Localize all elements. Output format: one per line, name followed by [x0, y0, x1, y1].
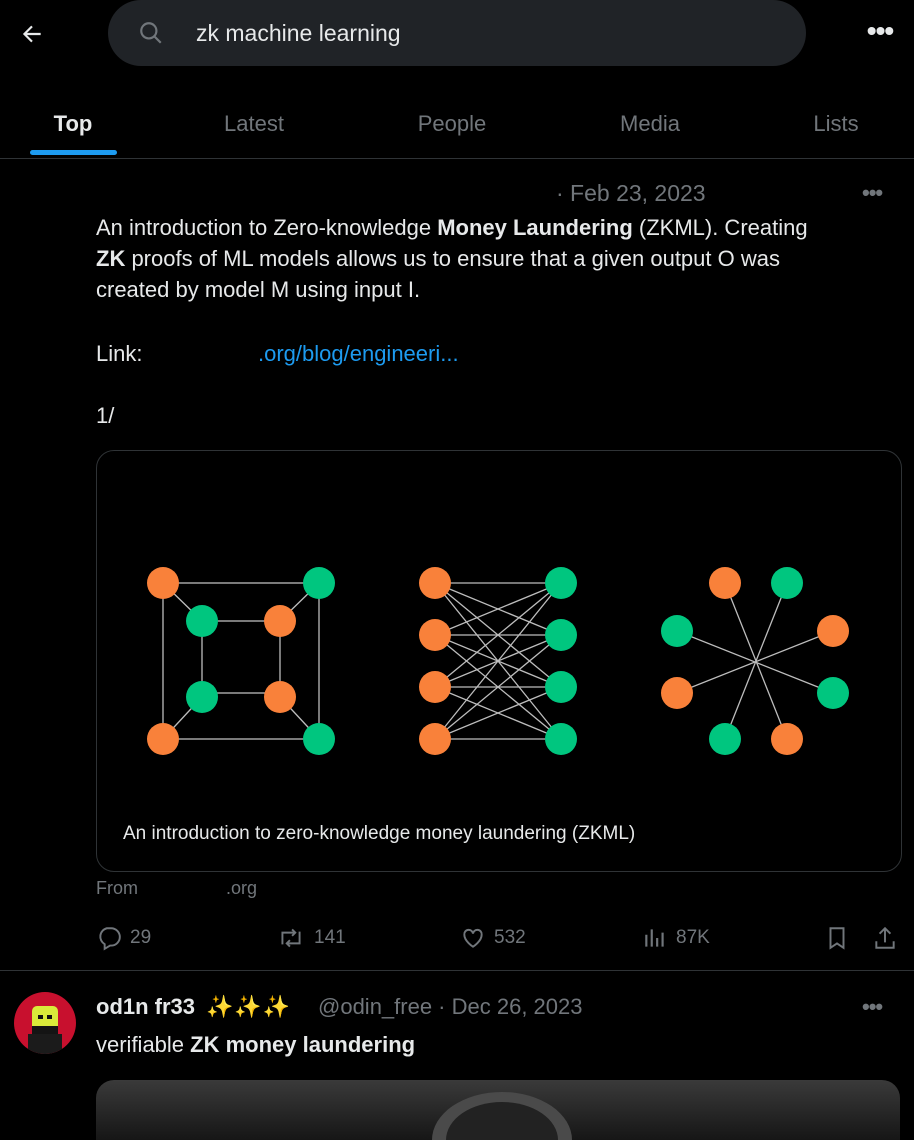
- like-count: 532: [494, 927, 526, 948]
- tweet-link[interactable]: .org/blog/engineeri...: [258, 338, 459, 369]
- tweet-line-3: created by model M using input I.: [96, 277, 421, 302]
- search-bar[interactable]: [108, 0, 806, 66]
- tab-people[interactable]: People: [392, 90, 512, 158]
- link-card[interactable]: An introduction to zero-knowledge money …: [96, 450, 902, 872]
- tweet-more-icon[interactable]: •••: [862, 180, 883, 206]
- reply-count: 29: [130, 927, 152, 948]
- avatar[interactable]: [14, 992, 76, 1054]
- heart-icon: [463, 928, 483, 948]
- text-span: (ZKML). Creating: [632, 215, 808, 240]
- repost-count: 141: [314, 927, 346, 948]
- search-icon: [140, 22, 162, 44]
- text-span: proofs of ML models allows us to ensure …: [125, 246, 780, 271]
- views-button[interactable]: 87K: [642, 920, 710, 956]
- tab-latest[interactable]: Latest: [194, 90, 314, 158]
- tweet-body: verifiable ZK money laundering: [96, 1032, 415, 1058]
- repost-icon: [281, 928, 301, 948]
- text-span: An introduction to Zero-knowledge: [96, 215, 438, 240]
- tweet-media[interactable]: [96, 1080, 900, 1140]
- like-button[interactable]: 532: [460, 920, 526, 956]
- thread-marker: 1/: [96, 403, 115, 428]
- search-tabs: Top Latest People Media Lists: [0, 90, 914, 159]
- bookmark-button[interactable]: [824, 920, 850, 956]
- author-name[interactable]: od1n fr33: [96, 994, 195, 1020]
- tweet-actions: 29 141 532 87K: [96, 920, 900, 960]
- analytics-icon: [645, 929, 664, 947]
- share-button[interactable]: [872, 920, 898, 956]
- media-thumbnail: [432, 1092, 572, 1140]
- zkml-graph-illustration: [147, 567, 849, 755]
- tab-lists[interactable]: Lists: [776, 90, 896, 158]
- text-span: verifiable: [96, 1032, 191, 1057]
- reply-icon: [99, 927, 121, 951]
- bookmark-icon: [829, 927, 845, 950]
- more-options-icon[interactable]: •••: [860, 17, 900, 50]
- bold-span: Money Laundering: [437, 215, 633, 240]
- card-caption: An introduction to zero-knowledge money …: [123, 823, 636, 844]
- back-button[interactable]: [14, 16, 50, 52]
- share-icon: [875, 926, 895, 949]
- view-count: 87K: [676, 927, 710, 948]
- bold-span: ZK money laundering: [190, 1032, 416, 1057]
- tab-media[interactable]: Media: [590, 90, 710, 158]
- card-source: From .org: [96, 878, 257, 899]
- avatar-figure-icon: [28, 1006, 62, 1054]
- from-label: From: [96, 878, 138, 898]
- repost-button[interactable]: 141: [276, 920, 346, 956]
- reply-button[interactable]: 29: [96, 920, 151, 956]
- tweet-body: An introduction to Zero-knowledge Money …: [96, 212, 896, 305]
- tweet-divider: [0, 970, 914, 971]
- tweet-link-label: Link:: [96, 341, 143, 366]
- arrow-left-icon: [22, 25, 41, 43]
- tweet-line-1: An introduction to Zero-knowledge Money …: [96, 212, 896, 243]
- tweet-more-icon[interactable]: •••: [862, 994, 883, 1020]
- tweet-date[interactable]: · Feb 23, 2023: [556, 180, 706, 207]
- tab-top[interactable]: Top: [20, 90, 126, 158]
- from-domain[interactable]: .org: [226, 878, 257, 898]
- tweet-line-2: ZK proofs of ML models allows us to ensu…: [96, 243, 896, 274]
- active-tab-indicator: [30, 150, 117, 155]
- bold-span: ZK: [96, 246, 126, 271]
- search-input[interactable]: [196, 17, 776, 49]
- author-handle-date[interactable]: @odin_free · Dec 26, 2023: [318, 994, 583, 1020]
- sparkles-icon: ✨✨✨: [206, 994, 292, 1019]
